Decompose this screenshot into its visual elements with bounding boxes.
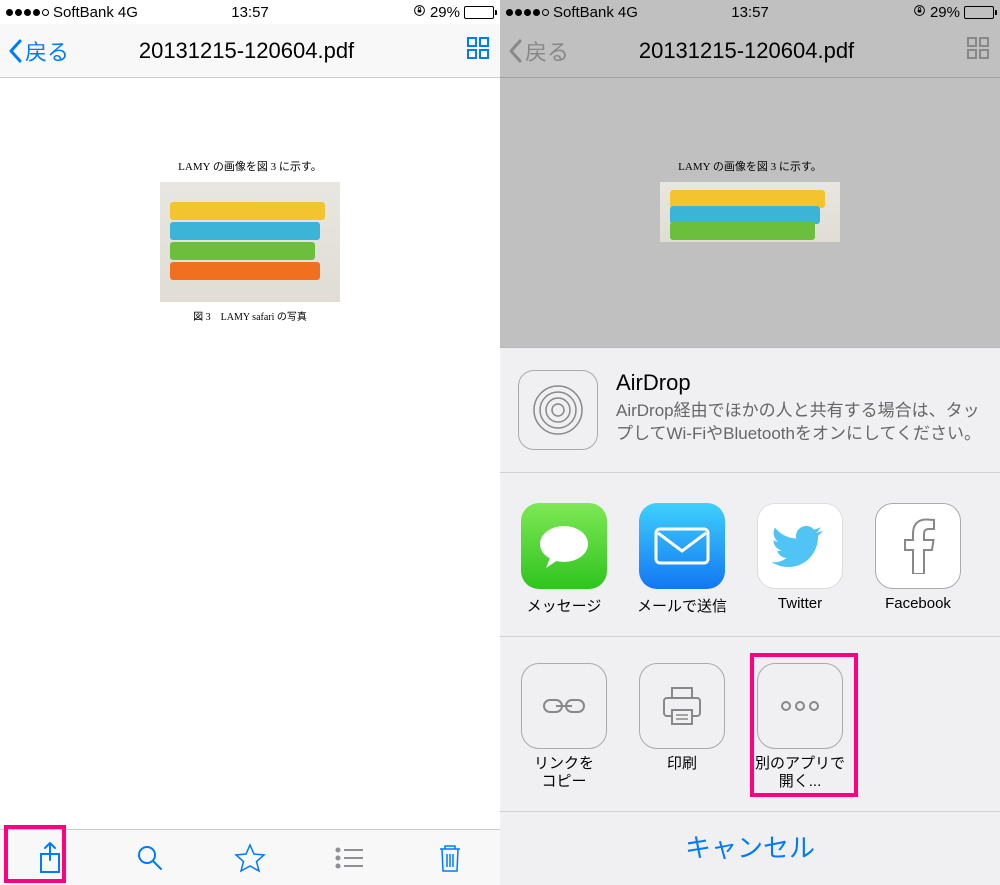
app-label: メールで送信 <box>637 595 727 616</box>
status-bar: SoftBank 4G 13:57 29% <box>0 0 500 24</box>
app-label: メッセージ <box>527 595 602 616</box>
search-button[interactable] <box>130 838 170 878</box>
share-app-messages[interactable]: メッセージ <box>518 503 610 616</box>
doc-image <box>660 182 840 242</box>
share-app-facebook[interactable]: Facebook <box>872 503 964 616</box>
cancel-button[interactable]: キャンセル <box>500 811 1000 885</box>
bottom-toolbar <box>0 829 500 885</box>
phone-right: SoftBank 4G 13:57 29% 戻る 20131215-120604… <box>500 0 1000 885</box>
carrier-label: SoftBank <box>53 4 114 21</box>
orientation-lock-icon <box>913 4 926 21</box>
battery-percentage: 29% <box>930 4 960 21</box>
action-copy-link[interactable]: リンクを コピー <box>518 663 610 791</box>
page-title: 20131215-120604.pdf <box>29 38 464 64</box>
twitter-icon <box>757 503 843 589</box>
carrier-label: SoftBank <box>553 4 614 21</box>
share-app-twitter[interactable]: Twitter <box>754 503 846 616</box>
chevron-left-icon <box>8 39 23 63</box>
doc-header-text: LAMY の画像を図 3 に示す。 <box>678 158 822 174</box>
share-app-mail[interactable]: メールで送信 <box>636 503 728 616</box>
share-app-row: メッセージ メールで送信 Twitter Facebook <box>500 473 1000 637</box>
action-label: 別のアプリで 開く... <box>755 755 845 791</box>
chevron-left-icon <box>508 39 523 63</box>
clock: 13:57 <box>731 4 769 21</box>
document-content: LAMY の画像を図 3 に示す。 <box>500 78 1000 258</box>
nav-bar: 戻る 20131215-120604.pdf <box>500 24 1000 78</box>
clock: 13:57 <box>231 4 269 21</box>
share-sheet: AirDrop AirDrop経由でほかの人と共有する場合は、タップしてWi-F… <box>500 347 1000 885</box>
phone-left: SoftBank 4G 13:57 29% 戻る 20131215-120604… <box>0 0 500 885</box>
print-icon <box>639 663 725 749</box>
airdrop-title: AirDrop <box>616 370 982 396</box>
list-button[interactable] <box>330 838 370 878</box>
doc-header-text: LAMY の画像を図 3 に示す。 <box>178 158 322 174</box>
battery-icon <box>464 6 494 19</box>
action-label: リンクを コピー <box>534 755 594 791</box>
favorite-button[interactable] <box>230 838 270 878</box>
app-label: Facebook <box>885 595 951 612</box>
link-icon <box>521 663 607 749</box>
airdrop-description: AirDrop経由でほかの人と共有する場合は、タップしてWi-FiやBlueto… <box>616 400 982 446</box>
network-label: 4G <box>618 4 638 21</box>
mail-icon <box>639 503 725 589</box>
grid-view-button <box>964 34 992 67</box>
more-icon <box>757 663 843 749</box>
share-button[interactable] <box>30 838 70 878</box>
grid-view-button[interactable] <box>464 34 492 67</box>
trash-button[interactable] <box>430 838 470 878</box>
messages-icon <box>521 503 607 589</box>
facebook-icon <box>875 503 961 589</box>
orientation-lock-icon <box>413 4 426 21</box>
share-action-row: リンクを コピー 印刷 別のアプリで 開く... <box>500 637 1000 811</box>
signal-strength-icon <box>506 9 549 16</box>
page-title: 20131215-120604.pdf <box>529 38 964 64</box>
action-open-in[interactable]: 別のアプリで 開く... <box>754 663 846 791</box>
nav-bar: 戻る 20131215-120604.pdf <box>0 24 500 78</box>
doc-caption: 図 3 LAMY safari の写真 <box>193 308 307 323</box>
doc-image <box>160 182 340 302</box>
signal-strength-icon <box>6 9 49 16</box>
network-label: 4G <box>118 4 138 21</box>
status-bar: SoftBank 4G 13:57 29% <box>500 0 1000 24</box>
battery-icon <box>964 6 994 19</box>
document-content[interactable]: LAMY の画像を図 3 に示す。 図 3 LAMY safari の写真 <box>0 78 500 829</box>
action-label: 印刷 <box>667 755 697 773</box>
action-print[interactable]: 印刷 <box>636 663 728 791</box>
app-label: Twitter <box>778 595 822 612</box>
airdrop-icon[interactable] <box>518 370 598 450</box>
battery-percentage: 29% <box>430 4 460 21</box>
